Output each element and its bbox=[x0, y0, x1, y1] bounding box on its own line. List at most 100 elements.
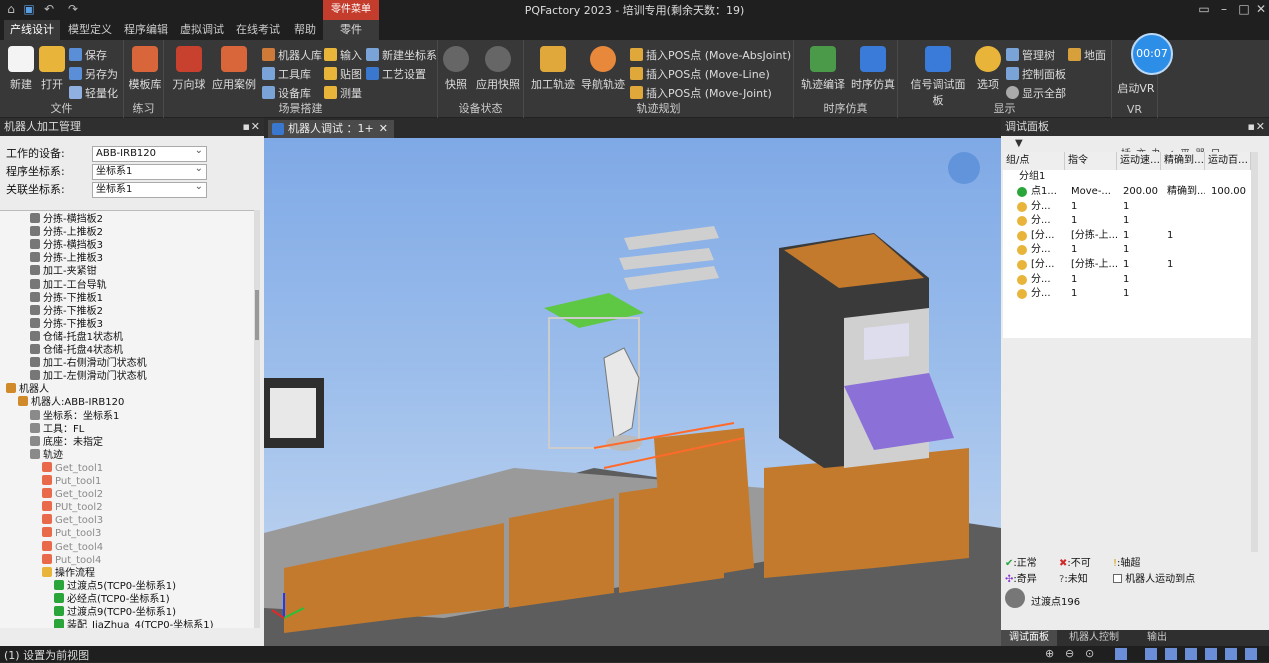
tree-item[interactable]: 底座：未指定 bbox=[30, 435, 103, 449]
tab-virtual-debug[interactable]: 虚拟调试 bbox=[174, 20, 230, 40]
restore-icon[interactable]: ▭ bbox=[1195, 1, 1213, 17]
insert-pos-line-button[interactable]: 插入POS点 (Move-Line) bbox=[630, 66, 770, 83]
manage-tree-button[interactable]: 管理树 bbox=[1006, 47, 1055, 64]
tab-robot-debug[interactable]: 机器人调试 ：1+ ✕ bbox=[268, 120, 394, 138]
view-iso-icon[interactable] bbox=[1205, 648, 1217, 660]
snapshot-button[interactable]: 快照 bbox=[442, 46, 470, 92]
column-header[interactable]: 指令 bbox=[1065, 152, 1117, 170]
table-row[interactable]: 分... 1 1 bbox=[1003, 214, 1251, 229]
tree-item[interactable]: 工具：FL bbox=[30, 422, 84, 436]
tool-library-button[interactable]: 工具库 bbox=[262, 66, 311, 83]
table-row[interactable]: 点1... Move-... 200.00 精确到... 100.00 bbox=[1003, 185, 1251, 200]
robot-library-button[interactable]: 机器人库 bbox=[262, 47, 322, 64]
tab-part[interactable]: 零件 bbox=[323, 20, 379, 40]
pin-icon[interactable]: ▪ bbox=[243, 118, 250, 136]
tab-help[interactable]: 帮助 bbox=[288, 20, 322, 40]
new-coordinate-button[interactable]: 新建坐标系 bbox=[366, 47, 437, 64]
pin-icon[interactable]: ▪ bbox=[1248, 118, 1255, 136]
tree-item[interactable]: 轨迹 bbox=[30, 448, 63, 462]
tree-item[interactable]: Put_tool4 bbox=[42, 553, 101, 567]
tab-online-exam[interactable]: 在线考试 bbox=[230, 20, 286, 40]
tree-item[interactable]: 加工-左侧滑动门状态机 bbox=[30, 370, 147, 383]
tree-item[interactable]: 加工-工台导轨 bbox=[30, 278, 107, 292]
cases-button[interactable]: 应用案例 bbox=[212, 46, 256, 92]
minimize-icon[interactable]: – bbox=[1215, 1, 1233, 17]
recording-timer[interactable]: 00:07 bbox=[1131, 33, 1173, 75]
device-select[interactable]: ABB-IRB120 bbox=[92, 144, 207, 162]
maximize-icon[interactable]: □ bbox=[1235, 1, 1253, 17]
close-panel-icon[interactable]: ✕ bbox=[251, 118, 260, 136]
options-button[interactable]: 选项 bbox=[974, 46, 1002, 92]
add-track-button[interactable]: 加工轨迹 bbox=[530, 46, 576, 92]
save-as-button[interactable]: 另存为 bbox=[69, 66, 118, 83]
column-header[interactable]: 组/点 bbox=[1003, 152, 1065, 170]
view-side-icon[interactable] bbox=[1185, 648, 1197, 660]
tab-debug-panel[interactable]: 调试面板 bbox=[1001, 630, 1057, 646]
signal-panel-button[interactable]: 信号调试面板 bbox=[906, 46, 970, 108]
3d-viewport[interactable] bbox=[264, 138, 1001, 646]
view-orientation-icon[interactable] bbox=[948, 152, 980, 184]
tree-item[interactable]: Put_tool3 bbox=[42, 527, 101, 540]
tab-production-design[interactable]: 产线设计 bbox=[4, 20, 60, 40]
table-row[interactable]: 分... 1 1 bbox=[1003, 243, 1251, 258]
tree-item[interactable]: 仓储-托盘4状态机 bbox=[30, 344, 123, 357]
start-vr-button[interactable]: 启动VR bbox=[1116, 80, 1156, 96]
tree-item[interactable]: 过渡点5(TCP0-坐标系1) bbox=[54, 579, 176, 593]
checkbox-box[interactable] bbox=[1113, 574, 1122, 583]
tree-item[interactable]: Get_tool1 bbox=[42, 461, 103, 475]
zoom-fit-icon[interactable]: ⊙ bbox=[1085, 647, 1094, 660]
tree-item[interactable]: 加工-夹紧钳 bbox=[30, 265, 97, 278]
rel-coord-select[interactable]: 坐标系1 bbox=[92, 180, 207, 198]
view-top-icon[interactable] bbox=[1165, 648, 1177, 660]
filter-icon[interactable]: ▼ bbox=[1015, 138, 1023, 149]
table-row[interactable]: 分... 1 1 bbox=[1003, 200, 1251, 215]
view-bottom-icon[interactable] bbox=[1245, 648, 1257, 660]
tree-item[interactable]: 分拣-下推板1 bbox=[30, 291, 103, 305]
save-button[interactable]: 保存 bbox=[69, 47, 107, 64]
zoom-out-icon[interactable]: ⊖ bbox=[1065, 647, 1074, 660]
table-row[interactable]: [分... [分拣-上... 1 1 bbox=[1003, 258, 1251, 273]
tab-output[interactable]: 输出 bbox=[1139, 630, 1175, 646]
new-button[interactable]: 新建 bbox=[6, 46, 36, 92]
apply-snapshot-button[interactable]: 应用快照 bbox=[474, 46, 522, 92]
table-row[interactable]: 分... 1 1 bbox=[1003, 273, 1251, 288]
view-cube-icon[interactable] bbox=[1115, 648, 1127, 660]
view-front-icon[interactable] bbox=[1145, 648, 1157, 660]
process-settings-button[interactable]: 工艺设置 bbox=[366, 66, 426, 83]
tree-item[interactable]: 必经点(TCP0-坐标系1) bbox=[54, 592, 170, 606]
robot-reach-checkbox[interactable]: 机器人运动到点 bbox=[1113, 570, 1195, 585]
open-button[interactable]: 打开 bbox=[38, 46, 66, 92]
tree-item[interactable]: 机器人:ABB-IRB120 bbox=[18, 396, 124, 409]
texture-button[interactable]: 贴图 bbox=[324, 66, 362, 83]
column-header[interactable]: 运动速… bbox=[1117, 152, 1161, 170]
close-panel-icon[interactable]: ✕ bbox=[1256, 118, 1265, 136]
tab-robot-control[interactable]: 机器人控制 bbox=[1061, 630, 1127, 646]
tree-item[interactable]: 坐标系：坐标系1 bbox=[30, 409, 119, 423]
close-icon[interactable]: ✕ bbox=[1252, 1, 1269, 17]
zoom-in-icon[interactable]: ⊕ bbox=[1045, 647, 1054, 660]
tree-item[interactable]: 分拣-下推板3 bbox=[30, 317, 103, 331]
ground-button[interactable]: 地面 bbox=[1068, 47, 1106, 64]
tree-item[interactable]: Get_tool2 bbox=[42, 488, 103, 501]
nav-track-button[interactable]: 导航轨迹 bbox=[580, 46, 626, 92]
timing-sim-button[interactable]: 时序仿真 bbox=[850, 46, 896, 92]
tree-item[interactable]: 机器人 bbox=[6, 383, 49, 396]
group-row[interactable]: 分组1 bbox=[1003, 170, 1251, 185]
column-header[interactable]: 运动百… bbox=[1205, 152, 1251, 170]
tab-program-edit[interactable]: 程序编辑 bbox=[118, 20, 174, 40]
tree-item[interactable]: 分拣-上推板2 bbox=[30, 226, 103, 239]
compile-button[interactable]: 轨迹编译 bbox=[800, 46, 846, 92]
tree-item[interactable]: 过渡点9(TCP0-坐标系1) bbox=[54, 606, 176, 619]
tree-item[interactable]: 装配_JiaZhua_4(TCP0-坐标系1) bbox=[54, 619, 214, 628]
table-row[interactable]: [分... [分拣-上... 1 1 bbox=[1003, 229, 1251, 244]
tree-item[interactable]: PUt_tool2 bbox=[42, 501, 103, 514]
tree-item[interactable]: 分拣-下推板2 bbox=[30, 304, 103, 318]
prog-coord-select[interactable]: 坐标系1 bbox=[92, 162, 207, 180]
tree-item[interactable]: 分拣-横挡板2 bbox=[30, 213, 103, 226]
input-button[interactable]: 输入 bbox=[324, 47, 362, 64]
scrollbar-thumb[interactable] bbox=[255, 290, 259, 340]
tree-item[interactable]: 加工-右侧滑动门状态机 bbox=[30, 357, 147, 370]
template-library-button[interactable]: 模板库 bbox=[128, 46, 162, 92]
close-tab-icon[interactable]: ✕ bbox=[379, 120, 388, 138]
tree-item[interactable]: Get_tool3 bbox=[42, 514, 103, 527]
